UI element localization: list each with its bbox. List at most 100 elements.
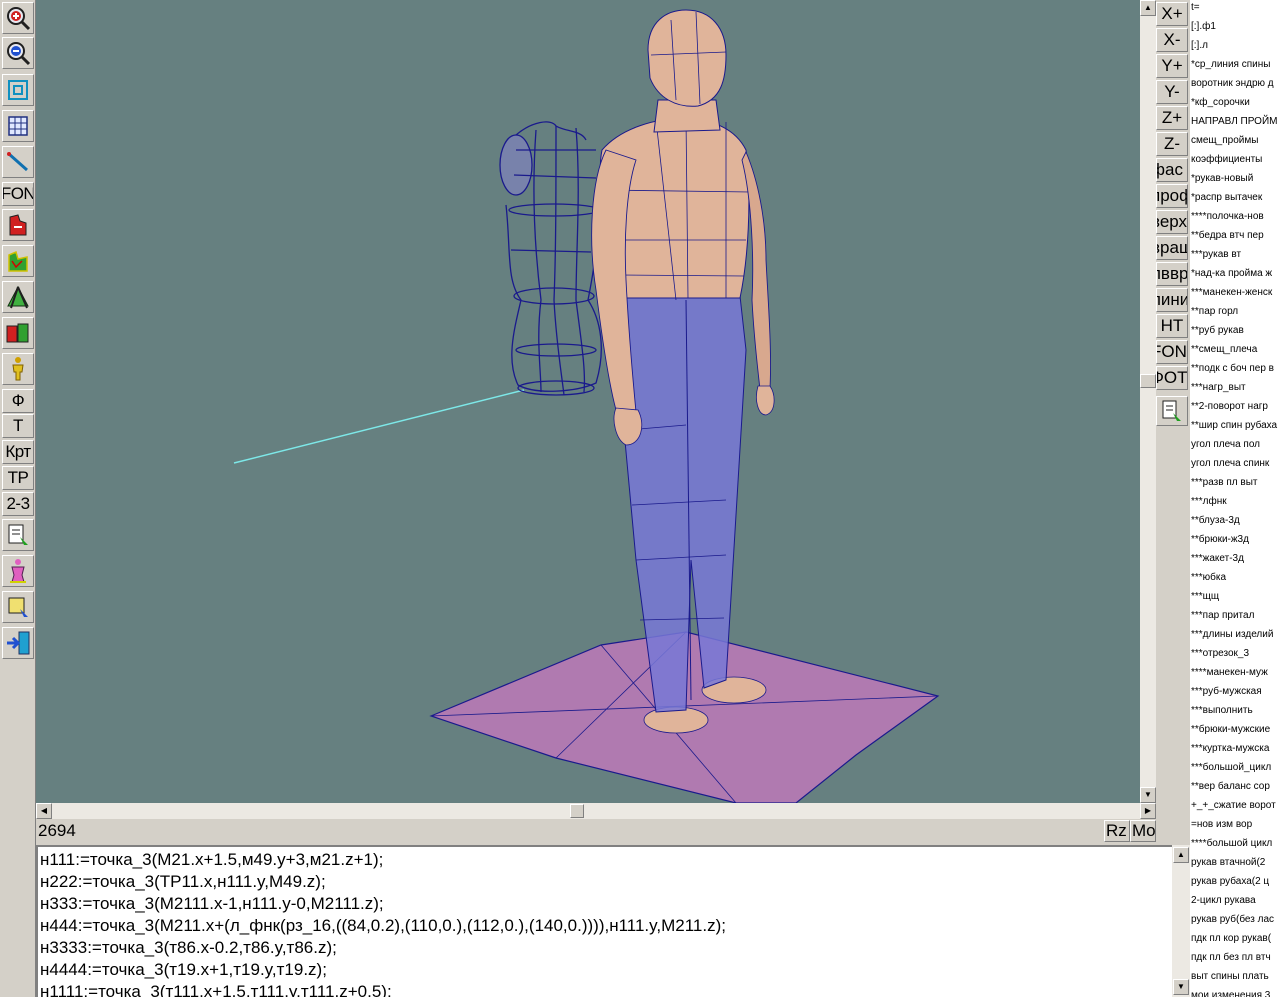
view-lvvrh-button[interactable]: лвврх xyxy=(1156,262,1188,286)
code-line[interactable]: н222:=точка_3(TP11.x,н111.y,M49.z); xyxy=(40,871,326,893)
procedure-list-item[interactable]: пдк пл без пл втч xyxy=(1191,948,1280,967)
procedure-list-item[interactable]: *над-ка пройма ж xyxy=(1191,264,1280,283)
procedure-list-item[interactable]: ***нагр_выт xyxy=(1191,378,1280,397)
measure-button[interactable] xyxy=(2,146,34,178)
view-z-plus-button[interactable]: Z+ xyxy=(1156,106,1188,130)
procedure-list-item[interactable]: ****полочка-нов xyxy=(1191,207,1280,226)
view-z-minus-button[interactable]: Z- xyxy=(1156,132,1188,156)
view-top-button[interactable]: верх xyxy=(1156,210,1188,234)
procedure-list-item[interactable]: =нов изм вор xyxy=(1191,815,1280,834)
procedure-list-item[interactable]: ***выполнить xyxy=(1191,701,1280,720)
procedure-list-item[interactable]: **руб рукав xyxy=(1191,321,1280,340)
procedure-list-item[interactable]: [:].ф1 xyxy=(1191,17,1280,36)
procedure-list-item[interactable]: **брюки-ж3д xyxy=(1191,530,1280,549)
code-line[interactable]: н3333:=точка_3(т86.x-0.2,т86.y,т86.z); xyxy=(40,937,337,959)
procedure-list-item[interactable]: угол плеча пол xyxy=(1191,435,1280,454)
procedure-list-item[interactable]: *кф_сорочки xyxy=(1191,93,1280,112)
view-profile-button[interactable]: проф xyxy=(1156,184,1188,208)
code-line[interactable]: н1111:=точка_3(т111.x+1.5,т111.y,т111.z+… xyxy=(40,981,392,997)
scroll-up-button[interactable]: ▲ xyxy=(1140,0,1156,16)
code-editor-scrollbar[interactable]: ▲ ▼ xyxy=(1172,845,1190,997)
code-scroll-up-button[interactable]: ▲ xyxy=(1173,847,1189,863)
procedure-list-item[interactable]: ****большой цикл xyxy=(1191,834,1280,853)
edit-document-button[interactable] xyxy=(2,519,34,551)
viewport-horizontal-scrollbar[interactable]: ◀ ▶ xyxy=(36,803,1156,819)
procedure-list-item[interactable]: коэффициенты xyxy=(1191,150,1280,169)
tr-button[interactable]: ТР xyxy=(2,466,34,490)
procedure-list-item[interactable]: t= xyxy=(1191,0,1280,17)
procedure-list-item[interactable]: НАПРАВЛ ПРОЙМ xyxy=(1191,112,1280,131)
code-scroll-down-button[interactable]: ▼ xyxy=(1173,979,1189,995)
view-fon-button[interactable]: FON xyxy=(1156,340,1188,364)
procedure-list-item[interactable]: **блуза-3д xyxy=(1191,511,1280,530)
procedure-list-item[interactable]: *рукав-новый xyxy=(1191,169,1280,188)
scroll-thumb[interactable] xyxy=(1140,374,1156,388)
procedure-list-item[interactable]: ***жакет-3д xyxy=(1191,549,1280,568)
code-line[interactable]: н4444:=точка_3(т19.x+1,т19.y,т19.z); xyxy=(40,959,327,981)
procedure-list-item[interactable]: рукав руб(без лас xyxy=(1191,910,1280,929)
code-editor[interactable]: н111:=точка_3(M21.x+1.5,м49.y+3,м21.z+1)… xyxy=(36,845,1172,997)
zoom-out-button[interactable] xyxy=(2,37,34,69)
procedure-list-item[interactable]: ****манекен-муж xyxy=(1191,663,1280,682)
view-edit-button[interactable] xyxy=(1156,396,1188,426)
view-x-minus-button[interactable]: X- xyxy=(1156,28,1188,52)
procedure-list-item[interactable]: ***щщ xyxy=(1191,587,1280,606)
scroll-down-button[interactable]: ▼ xyxy=(1140,787,1156,803)
procedure-list-item[interactable]: воротник эндрю д xyxy=(1191,74,1280,93)
code-line[interactable]: н444:=точка_3(M211.x+(л_фнк(рз_16,((84,0… xyxy=(40,915,726,937)
procedure-list-item[interactable]: рукав втачной(2 xyxy=(1191,853,1280,872)
t-button[interactable]: Т xyxy=(2,414,34,438)
zoom-in-button[interactable] xyxy=(2,2,34,34)
procedure-list-item[interactable]: мои изменения 3 xyxy=(1191,986,1280,997)
mo-button[interactable]: Mo xyxy=(1130,820,1156,842)
procedure-list-item[interactable]: **шир спин рубаха xyxy=(1191,416,1280,435)
pattern-red-button[interactable] xyxy=(2,209,34,241)
procedure-list-item[interactable]: **вер баланс сор xyxy=(1191,777,1280,796)
f-button[interactable]: Ф xyxy=(2,389,34,413)
procedure-list-item[interactable]: ***отрезок_3 xyxy=(1191,644,1280,663)
procedure-list-item[interactable]: угол плеча спинк xyxy=(1191,454,1280,473)
procedure-list-item[interactable]: ***руб-мужская xyxy=(1191,682,1280,701)
procedure-list-item[interactable]: выт спины плать xyxy=(1191,967,1280,986)
view-photo-button[interactable]: ФОТО xyxy=(1156,366,1188,390)
procedure-list-item[interactable]: ***рукав вт xyxy=(1191,245,1280,264)
exit-button[interactable] xyxy=(2,627,34,659)
scroll-thumb-horizontal[interactable] xyxy=(570,804,584,818)
procedure-list-item[interactable]: **пар горл xyxy=(1191,302,1280,321)
procedure-list-item[interactable]: рукав рубаха(2 ц xyxy=(1191,872,1280,891)
procedure-list-item[interactable]: *распр вытачек xyxy=(1191,188,1280,207)
grid-button[interactable] xyxy=(2,110,34,142)
procedure-list-item[interactable]: ***юбка xyxy=(1191,568,1280,587)
figure-button[interactable] xyxy=(2,353,34,385)
fon-button[interactable]: FON xyxy=(2,182,34,206)
mannequin-button[interactable] xyxy=(2,555,34,587)
procedure-list-item[interactable]: +_+_сжатие ворот xyxy=(1191,796,1280,815)
pieces-button[interactable] xyxy=(2,317,34,349)
view-front-button[interactable]: фас xyxy=(1156,158,1188,182)
view-x-plus-button[interactable]: X+ xyxy=(1156,2,1188,26)
view-y-plus-button[interactable]: Y+ xyxy=(1156,54,1188,78)
procedure-list-item[interactable]: 2-цикл рукава xyxy=(1191,891,1280,910)
procedure-list-item[interactable]: ***длины изделий xyxy=(1191,625,1280,644)
procedure-list-item[interactable]: **подк с боч пер в xyxy=(1191,359,1280,378)
view-nt-button[interactable]: НТ xyxy=(1156,314,1188,338)
procedure-list-item[interactable]: ***манекен-женск xyxy=(1191,283,1280,302)
select-area-button[interactable] xyxy=(2,591,34,623)
code-line[interactable]: н111:=точка_3(M21.x+1.5,м49.y+3,м21.z+1)… xyxy=(40,849,383,871)
procedure-list-item[interactable]: смещ_проймы xyxy=(1191,131,1280,150)
fit-view-button[interactable] xyxy=(2,74,34,106)
view-lines-button[interactable]: линии xyxy=(1156,288,1188,312)
procedure-list-item[interactable]: [:].л xyxy=(1191,36,1280,55)
procedure-list-item[interactable]: пдк пл кор рукав( xyxy=(1191,929,1280,948)
procedure-list-item[interactable]: **2-поворот нагр xyxy=(1191,397,1280,416)
view-rotate-button[interactable]: вращ xyxy=(1156,236,1188,260)
procedure-list-item[interactable]: **брюки-мужские xyxy=(1191,720,1280,739)
view-y-minus-button[interactable]: Y- xyxy=(1156,80,1188,104)
viewport-vertical-scrollbar[interactable]: ▲ ▼ xyxy=(1140,0,1156,803)
two-three-button[interactable]: 2-3 xyxy=(2,492,34,516)
scroll-right-button[interactable]: ▶ xyxy=(1140,803,1156,819)
procedure-list-item[interactable]: ***куртка-мужска xyxy=(1191,739,1280,758)
rz-button[interactable]: Rz xyxy=(1104,820,1130,842)
3d-viewport[interactable] xyxy=(36,0,1140,803)
scroll-left-button[interactable]: ◀ xyxy=(36,803,52,819)
